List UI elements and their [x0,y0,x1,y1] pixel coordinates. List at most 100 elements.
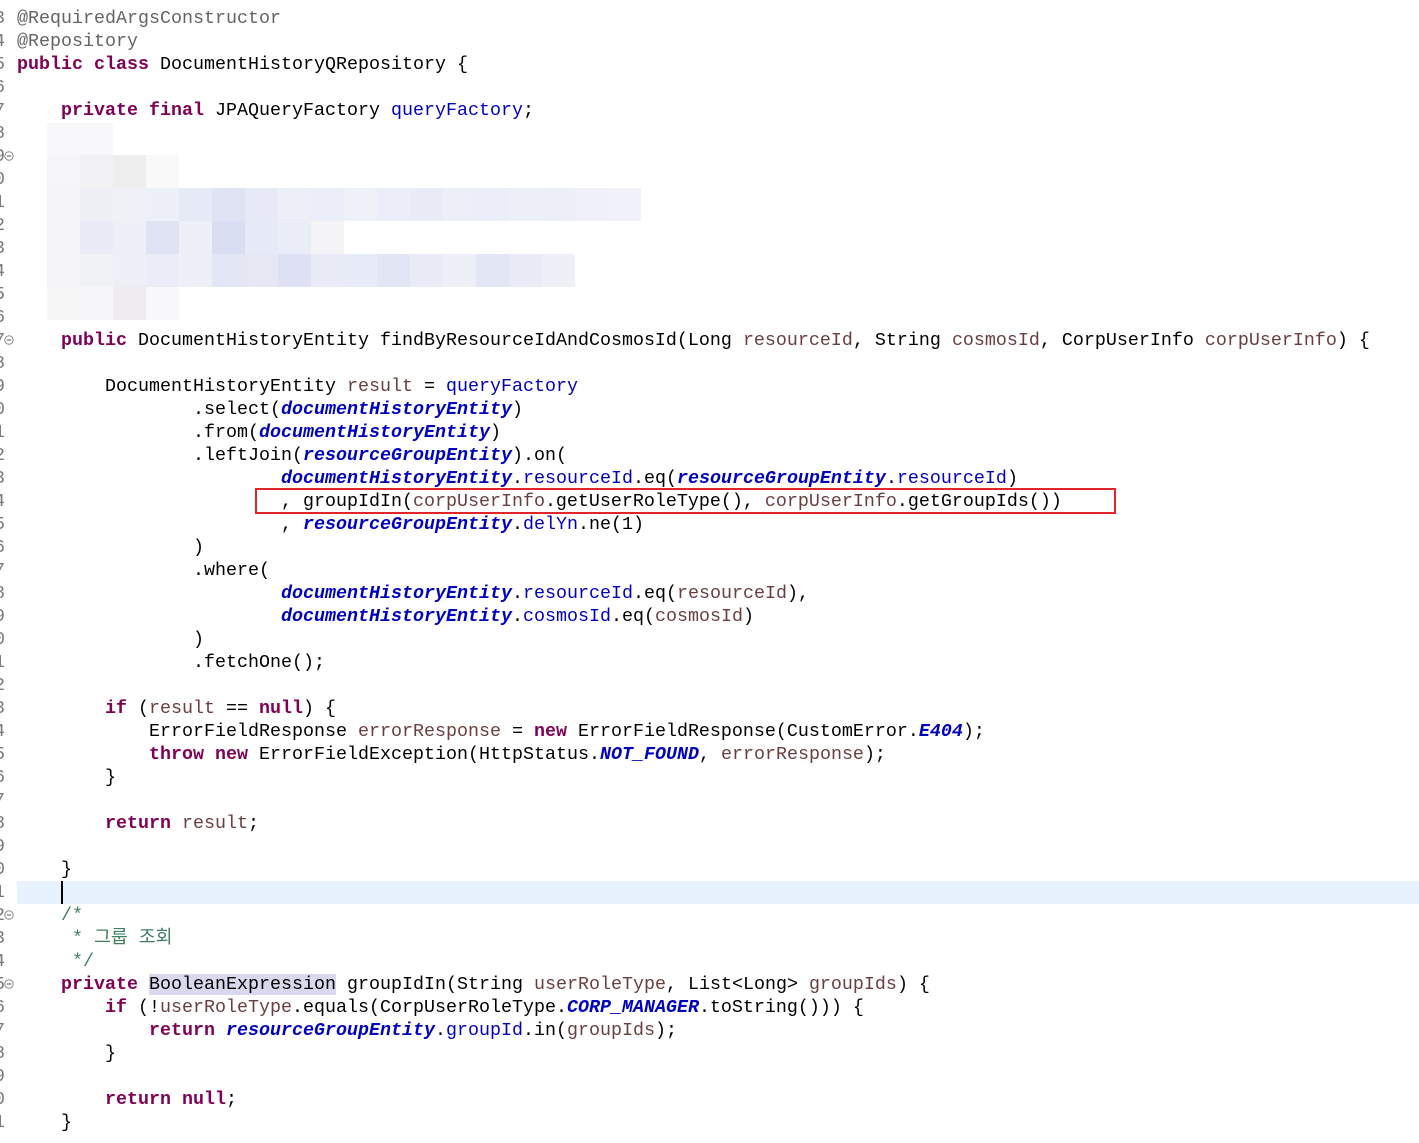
code-text[interactable]: ) [17,536,1419,559]
code-line[interactable]: 4 */ [0,950,1419,973]
code-line[interactable]: 6 [0,306,1419,329]
code-text[interactable]: private BooleanExpression groupIdIn(Stri… [17,973,1419,996]
code-line[interactable]: 8 return result; [0,812,1419,835]
code-text[interactable]: ErrorFieldResponse errorResponse = new E… [17,720,1419,743]
code-line[interactable]: 4 ErrorFieldResponse errorResponse = new… [0,720,1419,743]
code-text[interactable]: .from(documentHistoryEntity) [17,421,1419,444]
code-text[interactable]: .where( [17,559,1419,582]
code-line[interactable]: 7 private final JPAQueryFactory queryFac… [0,99,1419,122]
code-text[interactable]: * 그룹 조회 [17,927,1419,950]
code-line[interactable]: 2 .leftJoin(resourceGroupEntity).on( [0,444,1419,467]
fold-collapse-icon[interactable] [4,910,14,920]
code-text[interactable]: if (!userRoleType.equals(CorpUserRoleTyp… [17,996,1419,1019]
code-text[interactable] [17,76,1419,99]
code-text[interactable]: } [17,766,1419,789]
code-text[interactable] [17,283,1419,306]
code-line[interactable]: 5 public class DocumentHistoryQRepository… [0,53,1419,76]
code-text[interactable]: documentHistoryEntity.resourceId.eq(reso… [17,467,1419,490]
code-text[interactable]: */ [17,950,1419,973]
code-text[interactable]: , groupIdIn(corpUserInfo.getUserRoleType… [17,490,1419,513]
code-line[interactable]: 3 [0,237,1419,260]
code-text[interactable]: private final JPAQueryFactory queryFacto… [17,99,1419,122]
code-editor[interactable]: 3 @RequiredArgsConstructor 4 @Repository 5 pu… [0,0,1419,1143]
code-line[interactable]: 1 .from(documentHistoryEntity) [0,421,1419,444]
code-text[interactable] [17,1065,1419,1088]
code-line[interactable]: 9 [0,145,1419,168]
code-line[interactable]: 7 public DocumentHistoryEntity findByRes… [0,329,1419,352]
code-text[interactable]: /* [17,904,1419,927]
code-text[interactable]: @RequiredArgsConstructor [17,7,1419,30]
code-text[interactable] [17,191,1419,214]
code-text[interactable] [17,352,1419,375]
code-line[interactable]: 9 documentHistoryEntity.cosmosId.eq(cosm… [0,605,1419,628]
code-text[interactable] [17,789,1419,812]
code-line[interactable]: 8 [0,122,1419,145]
code-line[interactable]: 5 [0,283,1419,306]
code-text[interactable]: public class DocumentHistoryQRepository … [17,53,1419,76]
code-line[interactable]: 1 } [0,1111,1419,1134]
code-text[interactable] [17,237,1419,260]
code-line[interactable]: 2 [0,214,1419,237]
editor-text-area[interactable]: 3 @RequiredArgsConstructor 4 @Repository 5 pu… [0,7,1419,1134]
code-text[interactable] [17,674,1419,697]
code-line[interactable]: 3 documentHistoryEntity.resourceId.eq(re… [0,467,1419,490]
code-line[interactable]: 3 if (result == null) { [0,697,1419,720]
code-line[interactable]: 7 [0,789,1419,812]
code-line[interactable]: 0 } [0,858,1419,881]
code-text[interactable] [17,881,1419,904]
code-text[interactable]: documentHistoryEntity.resourceId.eq(reso… [17,582,1419,605]
code-text[interactable] [17,306,1419,329]
code-line[interactable]: 5 throw new ErrorFieldException(HttpStat… [0,743,1419,766]
code-line[interactable]: 9 [0,835,1419,858]
code-text[interactable]: return null; [17,1088,1419,1111]
code-text[interactable]: return resourceGroupEntity.groupId.in(gr… [17,1019,1419,1042]
code-line[interactable]: 6 ) [0,536,1419,559]
code-line[interactable]: 2 [0,674,1419,697]
code-text[interactable]: } [17,1042,1419,1065]
code-text[interactable]: return result; [17,812,1419,835]
code-text[interactable]: throw new ErrorFieldException(HttpStatus… [17,743,1419,766]
code-line[interactable]: 1 .fetchOne(); [0,651,1419,674]
code-text[interactable]: if (result == null) { [17,697,1419,720]
code-line[interactable]: 3 @RequiredArgsConstructor [0,7,1419,30]
code-text[interactable]: ) [17,628,1419,651]
code-line[interactable]: 3 * 그룹 조회 [0,927,1419,950]
current-line[interactable]: 1 [0,881,1419,904]
code-line[interactable]: 2 /* [0,904,1419,927]
code-line[interactable]: 0 return null; [0,1088,1419,1111]
code-text[interactable]: } [17,858,1419,881]
code-line[interactable]: 0 [0,168,1419,191]
code-text[interactable] [17,145,1419,168]
code-line[interactable]: 8 [0,352,1419,375]
code-text[interactable] [17,168,1419,191]
code-line[interactable]: 6 } [0,766,1419,789]
code-text[interactable] [17,214,1419,237]
code-line[interactable]: 9 DocumentHistoryEntity result = queryFa… [0,375,1419,398]
code-text[interactable]: documentHistoryEntity.cosmosId.eq(cosmos… [17,605,1419,628]
code-line[interactable]: 6 [0,76,1419,99]
fold-collapse-icon[interactable] [4,335,14,345]
code-line[interactable]: 4 @Repository [0,30,1419,53]
code-text[interactable]: .select(documentHistoryEntity) [17,398,1419,421]
code-line[interactable]: 1 [0,191,1419,214]
code-text[interactable] [17,122,1419,145]
code-line[interactable]: 4 [0,260,1419,283]
fold-collapse-icon[interactable] [4,151,14,161]
code-line[interactable]: 7 return resourceGroupEntity.groupId.in(… [0,1019,1419,1042]
code-text[interactable]: , resourceGroupEntity.delYn.ne(1) [17,513,1419,536]
code-line[interactable]: 6 if (!userRoleType.equals(CorpUserRoleT… [0,996,1419,1019]
code-line[interactable]: 7 .where( [0,559,1419,582]
code-line[interactable]: 8 } [0,1042,1419,1065]
code-line[interactable]: 8 documentHistoryEntity.resourceId.eq(re… [0,582,1419,605]
code-text[interactable]: } [17,1111,1419,1134]
code-text[interactable]: public DocumentHistoryEntity findByResou… [17,329,1419,352]
code-line[interactable]: 0 ) [0,628,1419,651]
code-line[interactable]: 4 , groupIdIn(corpUserInfo.getUserRoleTy… [0,490,1419,513]
code-line[interactable]: 9 [0,1065,1419,1088]
code-text[interactable]: @Repository [17,30,1419,53]
fold-collapse-icon[interactable] [4,979,14,989]
code-line[interactable]: 5 private BooleanExpression groupIdIn(St… [0,973,1419,996]
code-line[interactable]: 5 , resourceGroupEntity.delYn.ne(1) [0,513,1419,536]
code-text[interactable]: .leftJoin(resourceGroupEntity).on( [17,444,1419,467]
code-line[interactable]: 0 .select(documentHistoryEntity) [0,398,1419,421]
